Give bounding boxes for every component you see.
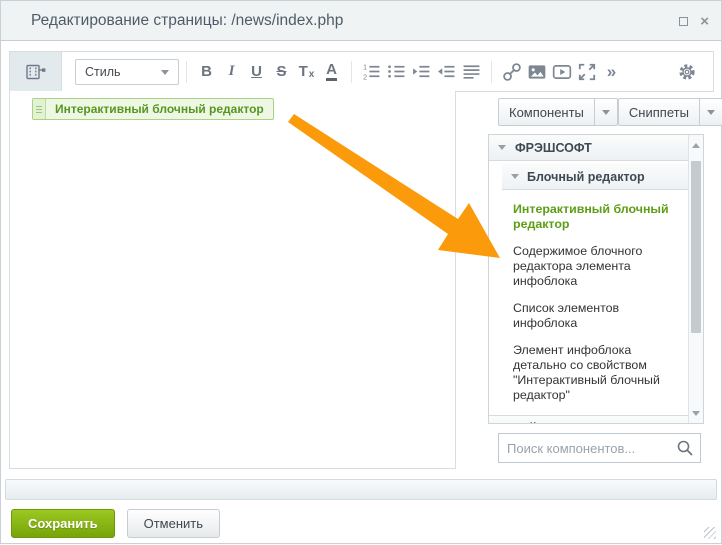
tree-item-block-editor-content[interactable]: Содержимое блочного редактора элемента и… bbox=[513, 244, 686, 289]
unordered-list-icon bbox=[387, 62, 406, 81]
block-mode-button[interactable] bbox=[10, 52, 62, 91]
image-icon bbox=[527, 62, 547, 82]
outdent-icon bbox=[437, 62, 456, 81]
ordered-list-icon: 1 2 bbox=[362, 62, 381, 81]
component-block-label: Интерактивный блочный редактор bbox=[46, 99, 273, 119]
drag-handle-icon[interactable] bbox=[33, 99, 46, 119]
video-button[interactable] bbox=[549, 57, 574, 87]
tree-section-label: ФРЭШСОФТ bbox=[515, 141, 592, 155]
link-button[interactable] bbox=[499, 57, 524, 87]
snippets-dropdown-arrow[interactable] bbox=[700, 98, 722, 126]
window-controls: × bbox=[679, 1, 709, 41]
save-button[interactable]: Сохранить bbox=[11, 509, 115, 538]
tree-item-infoblock-elements-list[interactable]: Список элементов инфоблока bbox=[513, 301, 686, 331]
fullscreen-button[interactable] bbox=[574, 57, 599, 87]
image-button[interactable] bbox=[524, 57, 549, 87]
chevron-down-icon bbox=[161, 70, 169, 75]
block-editor-icon bbox=[24, 62, 48, 82]
edit-page-dialog: Редактирование страницы: /news/index.php… bbox=[0, 0, 722, 544]
italic-button[interactable]: I bbox=[219, 57, 244, 87]
underline-icon: U bbox=[251, 63, 262, 80]
video-icon bbox=[552, 62, 572, 82]
expand-arrow-icon[interactable] bbox=[499, 424, 504, 425]
cancel-button[interactable]: Отменить bbox=[127, 509, 220, 538]
component-block-badge[interactable]: Интерактивный блочный редактор bbox=[32, 98, 274, 120]
scrollbar-thumb[interactable] bbox=[691, 161, 701, 333]
clear-format-icon: T bbox=[299, 63, 308, 80]
dialog-title: Редактирование страницы: /news/index.php bbox=[31, 12, 343, 30]
components-dropdown-arrow[interactable] bbox=[595, 98, 618, 126]
editor-toolbar: Стиль B I U S Tx A 1 2 bbox=[9, 51, 714, 92]
component-search bbox=[498, 433, 701, 463]
tree-section-label: Блочный редактор bbox=[527, 170, 645, 184]
tree-item-interactive-block-editor[interactable]: Интерактивный блочный редактор bbox=[513, 202, 686, 232]
style-dropdown-label: Стиль bbox=[85, 65, 121, 79]
fullscreen-icon bbox=[577, 62, 597, 82]
outdent-button[interactable] bbox=[434, 57, 459, 87]
indent-button[interactable] bbox=[409, 57, 434, 87]
unordered-list-button[interactable] bbox=[384, 57, 409, 87]
components-button-label[interactable]: Компоненты bbox=[498, 98, 595, 126]
tree-section-sites24[interactable]: Сайты 24 bbox=[489, 415, 688, 424]
tree-scrollbar[interactable] bbox=[688, 135, 703, 423]
more-tools-button[interactable]: » bbox=[599, 57, 624, 87]
scroll-down-icon[interactable] bbox=[689, 406, 703, 420]
collapse-arrow-icon[interactable] bbox=[498, 145, 506, 150]
scroll-up-icon[interactable] bbox=[689, 138, 703, 152]
text-color-icon: A bbox=[326, 62, 337, 81]
search-input[interactable] bbox=[499, 441, 670, 456]
tree-section-block-editor[interactable]: Блочный редактор bbox=[502, 164, 688, 190]
toolbar-divider bbox=[186, 61, 187, 83]
gear-icon bbox=[677, 62, 697, 82]
editor-canvas[interactable]: Интерактивный блочный редактор bbox=[9, 91, 456, 469]
strikethrough-button[interactable]: S bbox=[269, 57, 294, 87]
bold-icon: B bbox=[201, 63, 212, 80]
underline-button[interactable]: U bbox=[244, 57, 269, 87]
dialog-titlebar: Редактирование страницы: /news/index.php… bbox=[1, 1, 721, 41]
components-button[interactable]: Компоненты bbox=[498, 98, 618, 126]
link-icon bbox=[502, 62, 522, 82]
toolbar-divider bbox=[491, 61, 492, 83]
strikethrough-icon: S bbox=[276, 63, 286, 80]
ordered-list-button[interactable]: 1 2 bbox=[359, 57, 384, 87]
toolbar-divider bbox=[351, 61, 352, 83]
text-color-button[interactable]: A bbox=[319, 57, 344, 87]
svg-text:1: 1 bbox=[363, 63, 367, 72]
maximize-icon[interactable] bbox=[679, 17, 688, 26]
bold-button[interactable]: B bbox=[194, 57, 219, 87]
tree-section-freshsoft[interactable]: ФРЭШСОФТ bbox=[489, 135, 688, 161]
collapse-arrow-icon[interactable] bbox=[511, 174, 519, 179]
search-button[interactable] bbox=[670, 439, 700, 457]
more-icon: » bbox=[607, 62, 616, 82]
close-icon[interactable]: × bbox=[700, 14, 709, 29]
italic-icon: I bbox=[229, 63, 235, 80]
tree-item-infoblock-element-detail[interactable]: Элемент инфоблока детально со свойством … bbox=[513, 343, 686, 403]
clear-format-button[interactable]: Tx bbox=[294, 57, 319, 87]
sidebar-tabs: Компоненты Сниппеты bbox=[498, 98, 701, 126]
editor-footer-strip bbox=[5, 479, 717, 500]
dialog-button-bar: Сохранить Отменить bbox=[11, 509, 220, 538]
tree-item-list: Интерактивный блочный редактор Содержимо… bbox=[489, 190, 688, 403]
style-dropdown[interactable]: Стиль bbox=[75, 59, 179, 85]
tree-section-label: Сайты 24 bbox=[513, 421, 571, 425]
chevron-down-icon bbox=[707, 110, 715, 115]
resize-grip[interactable] bbox=[704, 527, 716, 539]
settings-button[interactable] bbox=[674, 57, 699, 87]
align-icon bbox=[462, 62, 481, 81]
svg-text:2: 2 bbox=[363, 72, 367, 81]
search-icon bbox=[676, 439, 694, 457]
indent-icon bbox=[412, 62, 431, 81]
align-button[interactable] bbox=[459, 57, 484, 87]
chevron-down-icon bbox=[602, 110, 610, 115]
components-tree: ФРЭШСОФТ Блочный редактор Интерактивный … bbox=[488, 134, 704, 424]
snippets-button[interactable]: Сниппеты bbox=[618, 98, 722, 126]
snippets-button-label[interactable]: Сниппеты bbox=[618, 98, 700, 126]
